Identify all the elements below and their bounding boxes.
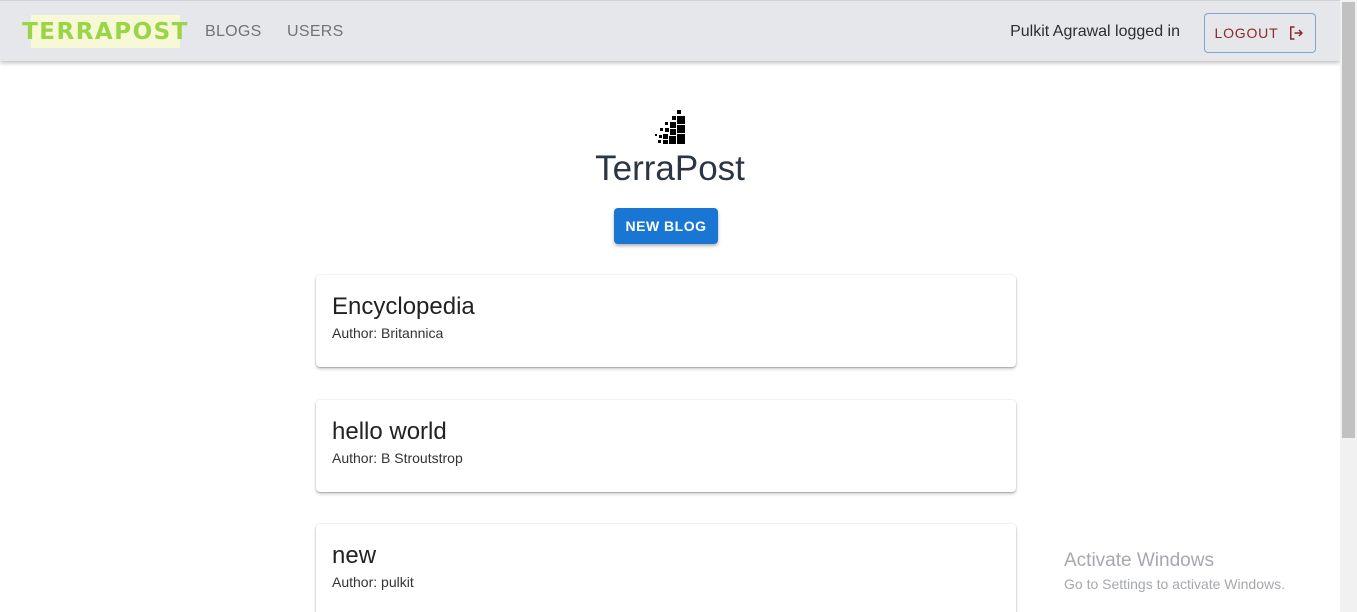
logout-button-label: LOGOUT — [1214, 25, 1279, 41]
blog-author: Author: pulkit — [332, 574, 414, 590]
blog-title: hello world — [332, 418, 447, 445]
blog-author: Author: B Stroutstrop — [332, 450, 463, 466]
page-title: TerraPost — [595, 149, 745, 188]
logged-in-status: Pulkit Agrawal logged in — [1010, 23, 1180, 40]
nav-link-blogs[interactable]: BLOGS — [205, 23, 262, 41]
top-app-bar: TERRAPOST BLOGS USERS Pulkit Agrawal log… — [0, 0, 1340, 61]
blog-author: Author: Britannica — [332, 325, 444, 341]
page: TERRAPOST BLOGS USERS Pulkit Agrawal log… — [0, 0, 1357, 612]
blog-title: new — [332, 542, 377, 569]
blog-title: Encyclopedia — [332, 293, 475, 320]
terrapost-logo-icon — [655, 110, 685, 144]
watermark-subtitle: Go to Settings to activate Windows. — [1064, 576, 1285, 592]
blog-card[interactable]: new Author: pulkit — [316, 524, 1016, 612]
blog-card[interactable]: Encyclopedia Author: Britannica — [316, 275, 1016, 367]
site-logo[interactable]: TERRAPOST — [22, 15, 187, 48]
vertical-scrollbar[interactable] — [1340, 0, 1357, 612]
scrollbar-thumb[interactable] — [1342, 2, 1355, 438]
logout-icon — [1290, 26, 1304, 40]
new-blog-button[interactable]: NEW BLOG — [614, 208, 718, 244]
activate-windows-watermark: Activate Windows Go to Settings to activ… — [1064, 550, 1285, 592]
blog-card[interactable]: hello world Author: B Stroutstrop — [316, 400, 1016, 492]
logout-button[interactable]: LOGOUT — [1204, 13, 1316, 53]
site-logo-text: TERRAPOST — [22, 18, 189, 45]
nav-link-users[interactable]: USERS — [287, 23, 344, 41]
watermark-title: Activate Windows — [1064, 550, 1214, 571]
